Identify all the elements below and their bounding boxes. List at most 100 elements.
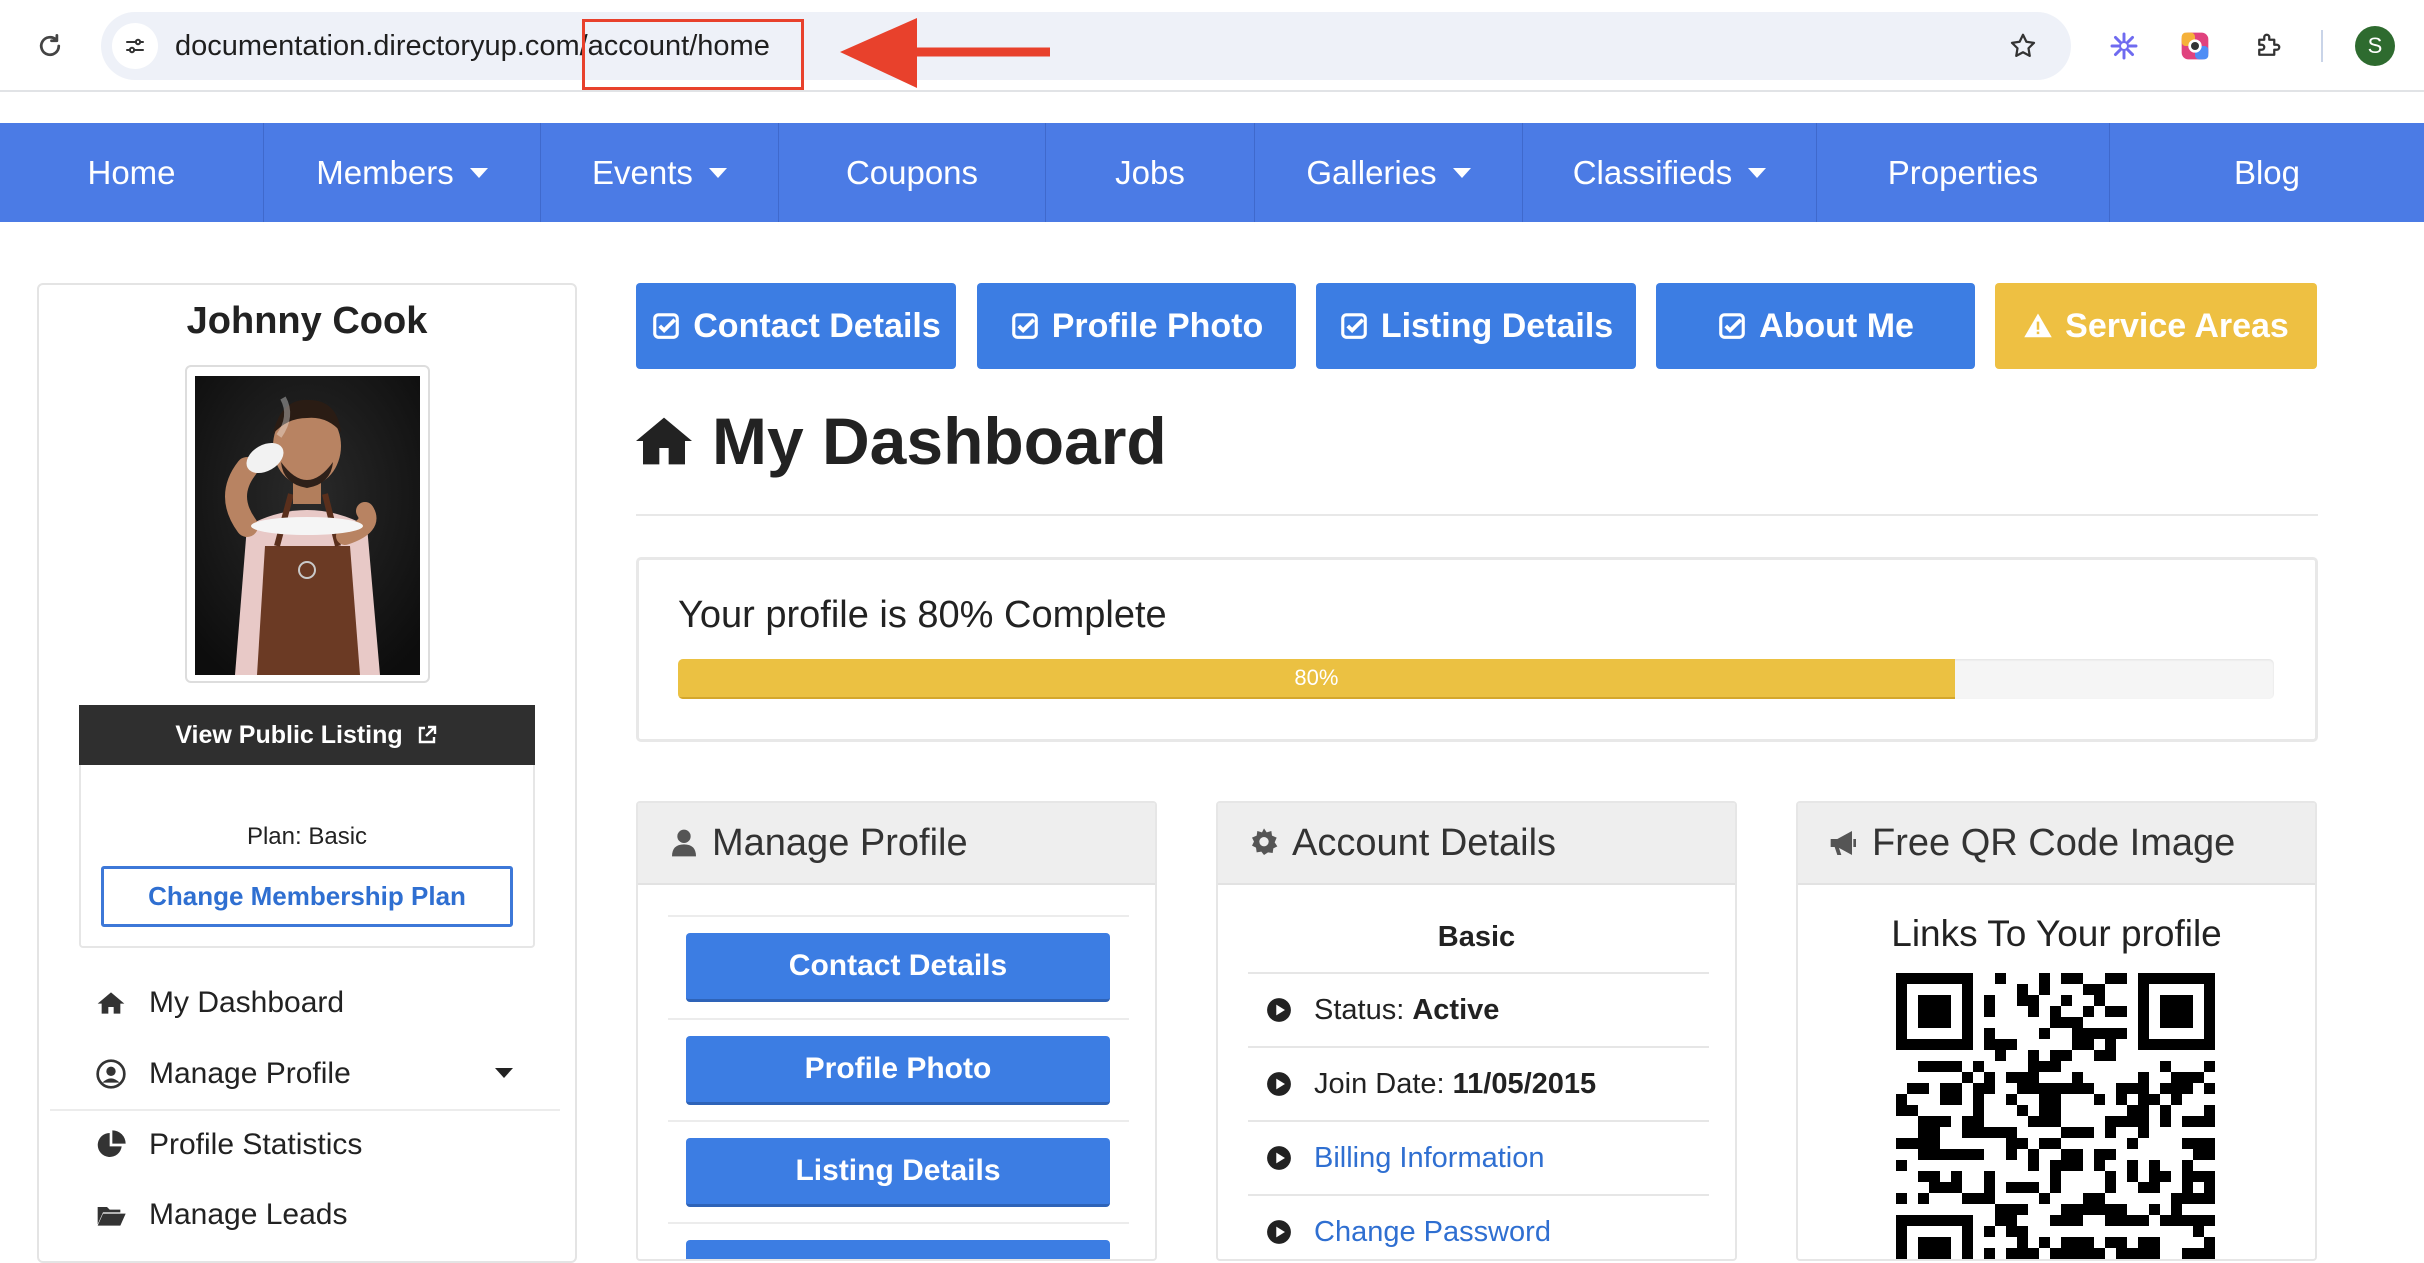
nav-item-galleries[interactable]: Galleries [1255, 123, 1523, 222]
join-date-value: 11/05/2015 [1452, 1067, 1597, 1100]
status-label: Status: [1314, 993, 1405, 1026]
status-value: Active [1412, 993, 1500, 1026]
nav-item-home[interactable]: Home [0, 123, 264, 222]
browser-toolbar: documentation.directoryup.com/account/ho… [0, 0, 2424, 92]
nav-item-members[interactable]: Members [264, 123, 541, 222]
folder-open-icon [95, 1199, 127, 1231]
nav-item-classifieds[interactable]: Classifieds [1523, 123, 1817, 222]
user-icon [668, 827, 700, 859]
profile-avatar[interactable]: S [2355, 26, 2395, 66]
contact-details-button[interactable]: Contact Details [636, 283, 956, 369]
warning-icon [2023, 311, 2053, 341]
caret-down-icon [1748, 167, 1767, 178]
nav-label: Events [592, 153, 693, 191]
sidebar-link-label: Manage Profile [149, 1057, 351, 1090]
divider [668, 1018, 1129, 1020]
manage-more-button[interactable] [686, 1240, 1110, 1259]
nav-label: Properties [1887, 153, 2039, 191]
about-me-button[interactable]: About Me [1656, 283, 1975, 369]
toolbar-divider [2321, 30, 2323, 62]
reload-icon[interactable] [30, 26, 70, 66]
sidebar-link-label: Manage Leads [149, 1198, 348, 1231]
title-divider [636, 514, 2318, 516]
nav-label: Jobs [1115, 153, 1185, 191]
change-password-row[interactable]: Change Password [1248, 1194, 1709, 1259]
nav-item-jobs[interactable]: Jobs [1046, 123, 1255, 222]
button-label: Listing Details [1380, 306, 1614, 345]
sidebar-link-label: My Dashboard [149, 986, 345, 1019]
manage-listing-details-button[interactable]: Listing Details [686, 1138, 1110, 1207]
manage-profile-photo-button[interactable]: Profile Photo [686, 1036, 1110, 1105]
check-square-icon [1339, 311, 1369, 341]
pie-chart-icon [95, 1129, 127, 1161]
check-square-icon [1010, 311, 1040, 341]
url-path-highlight-box [582, 19, 804, 90]
account-details-panel: Account Details Basic Status: Active Joi… [1216, 801, 1737, 1261]
play-circle-icon [1266, 1071, 1292, 1097]
sidebar-link-my-dashboard[interactable]: My Dashboard [95, 986, 344, 1020]
gear-icon [1248, 827, 1280, 859]
nav-label: Home [87, 153, 176, 191]
extensions-puzzle-icon[interactable] [2248, 26, 2288, 66]
home-icon [95, 987, 127, 1019]
home-icon [636, 415, 692, 467]
panel-title: Manage Profile [712, 821, 968, 864]
sidebar-link-manage-profile[interactable]: Manage Profile [95, 1057, 351, 1091]
site-navigation: Home Members Events Coupons Jobs Galleri… [0, 123, 2424, 222]
view-public-listing-label: View Public Listing [175, 720, 403, 749]
play-circle-icon [1266, 1145, 1292, 1171]
progress-bar-fill: 80% [678, 659, 1955, 699]
megaphone-icon [1828, 827, 1860, 859]
nav-item-blog[interactable]: Blog [2110, 123, 2424, 222]
nav-label: Galleries [1306, 153, 1437, 191]
nav-label: Blog [2233, 153, 2301, 191]
extension-color-icon[interactable] [2175, 26, 2215, 66]
sidebar-link-profile-statistics[interactable]: Profile Statistics [95, 1128, 362, 1162]
button-label: Contact Details [693, 306, 941, 345]
profile-photo-button[interactable]: Profile Photo [977, 283, 1296, 369]
user-circle-icon [95, 1058, 127, 1090]
service-areas-button[interactable]: Service Areas [1995, 283, 2317, 369]
caret-down-icon [1452, 167, 1471, 178]
button-label: Service Areas [2065, 306, 2289, 345]
nav-item-properties[interactable]: Properties [1817, 123, 2110, 222]
bookmark-star-icon[interactable] [2003, 26, 2043, 66]
nav-label: Members [316, 153, 454, 191]
caret-down-icon [469, 167, 488, 178]
listing-details-button[interactable]: Listing Details [1316, 283, 1636, 369]
play-circle-icon [1266, 997, 1292, 1023]
account-status-row: Status: Active [1248, 972, 1709, 1046]
sidebar-link-label: Profile Statistics [149, 1128, 363, 1161]
panel-header: Manage Profile [638, 803, 1155, 885]
qr-caption: Links To Your profile [1891, 913, 2222, 954]
join-date-label: Join Date: [1314, 1067, 1445, 1100]
manage-profile-panel: Manage Profile Contact Details Profile P… [636, 801, 1157, 1261]
profile-photo[interactable] [195, 376, 420, 675]
nav-item-events[interactable]: Events [541, 123, 779, 222]
profile-completion-text: Your profile is 80% Complete [678, 594, 1167, 636]
extension-flower-icon[interactable] [2104, 26, 2144, 66]
play-circle-icon [1266, 1219, 1292, 1245]
divider [668, 915, 1129, 917]
progress-bar: 80% [678, 659, 2274, 699]
external-link-icon [415, 723, 439, 747]
sidebar-link-manage-leads[interactable]: Manage Leads [95, 1198, 348, 1232]
profile-completion-card [636, 557, 2318, 742]
site-info-icon[interactable] [112, 23, 158, 69]
view-public-listing-button[interactable]: View Public Listing [79, 705, 535, 765]
nav-item-coupons[interactable]: Coupons [779, 123, 1046, 222]
caret-down-icon[interactable] [495, 1068, 513, 1078]
button-label: Profile Photo [1051, 306, 1264, 345]
qr-code-image[interactable] [1896, 973, 2218, 1259]
divider [668, 1120, 1129, 1122]
panel-header: Free QR Code Image [1798, 803, 2315, 885]
check-square-icon [1717, 311, 1747, 341]
manage-contact-details-button[interactable]: Contact Details [686, 933, 1110, 1002]
billing-information-row[interactable]: Billing Information [1248, 1120, 1709, 1194]
change-membership-plan-button[interactable]: Change Membership Plan [101, 866, 513, 927]
panel-title: Account Details [1292, 821, 1557, 864]
nav-label: Classifieds [1572, 153, 1733, 191]
page-title-text: My Dashboard [712, 404, 1167, 478]
billing-information-link[interactable]: Billing Information [1314, 1142, 1545, 1175]
url-host: documentation.directoryup.com [175, 30, 580, 62]
